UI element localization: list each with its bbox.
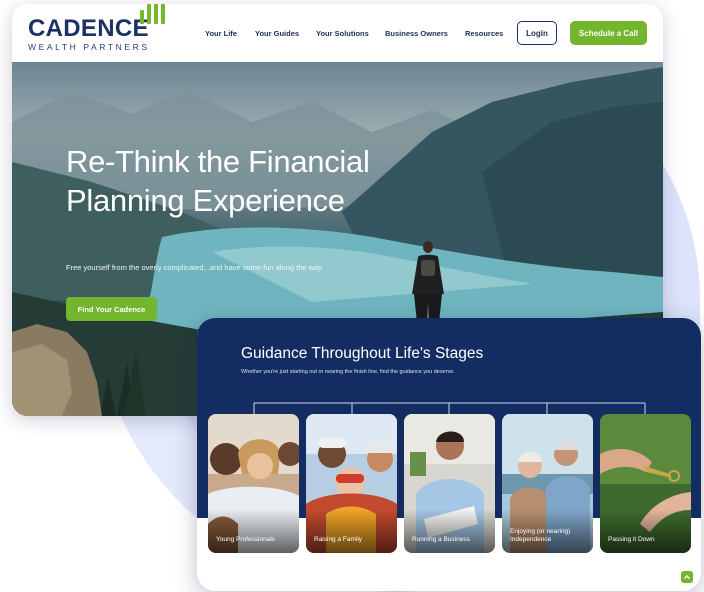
nav-link-business-owners[interactable]: Business Owners — [385, 29, 448, 38]
nav-link-resources[interactable]: Resources — [465, 29, 503, 38]
running-a-business-photo — [404, 414, 495, 553]
stage-card-label: Raising a Family — [314, 536, 363, 543]
young-professionals-photo — [208, 414, 299, 553]
life-stages-card: Guidance Throughout Life's Stages Whethe… — [197, 318, 701, 591]
find-your-cadence-button[interactable]: Find Your Cadence — [66, 297, 157, 321]
stage-card-label: Enjoying (or nearing) Independence — [510, 528, 571, 543]
hero-subtitle: Free yourself from the overly complicate… — [66, 263, 324, 272]
chevron-up-icon — [684, 575, 690, 579]
brand-tagline: WEALTH PARTNERS — [28, 42, 150, 52]
raising-a-family-photo — [306, 414, 397, 553]
hero-title: Re-Think the Financial Planning Experien… — [66, 144, 370, 218]
site-header: CADENCE WEALTH PARTNERS Your Life Your G… — [12, 4, 663, 62]
stage-card-young-professionals[interactable]: Young Professionals — [208, 414, 299, 553]
stage-card-running-a-business[interactable]: Running a Business — [404, 414, 495, 553]
stage-connector-lines — [253, 402, 646, 414]
nav-link-your-life[interactable]: Your Life — [205, 29, 237, 38]
passing-it-down-photo — [600, 414, 691, 553]
nav-link-your-solutions[interactable]: Your Solutions — [316, 29, 369, 38]
scroll-to-top-button[interactable] — [681, 571, 693, 583]
schedule-call-button[interactable]: Schedule a Call — [570, 21, 647, 45]
stage-card-label: Passing it Down — [608, 536, 655, 543]
brand-logo[interactable]: CADENCE WEALTH PARTNERS — [28, 4, 165, 52]
stage-card-label: Running a Business — [412, 536, 470, 543]
stage-card-raising-a-family[interactable]: Raising a Family — [306, 414, 397, 553]
stage-card-enjoying-independence[interactable]: Enjoying (or nearing) Independence — [502, 414, 593, 553]
page-canvas: CADENCE WEALTH PARTNERS Your Life Your G… — [0, 0, 704, 592]
nav-link-your-guides[interactable]: Your Guides — [255, 29, 299, 38]
stage-card-label: Young Professionals — [216, 536, 276, 543]
login-button[interactable]: Login — [517, 21, 557, 45]
stage-card-passing-it-down[interactable]: Passing it Down — [600, 414, 691, 553]
brand-name: CADENCE — [28, 15, 149, 42]
